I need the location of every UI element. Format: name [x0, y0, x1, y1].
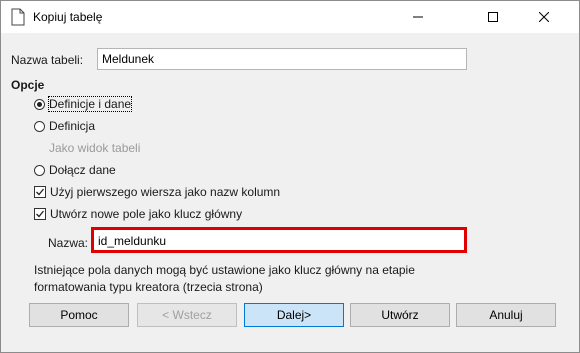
radio-indicator: [34, 164, 45, 176]
key-name-label: Nazwa:: [48, 236, 89, 250]
window-title: Kopiuj tabelę: [33, 10, 103, 24]
maximize-button[interactable]: [470, 1, 516, 33]
option-label: Jako widok tabeli: [49, 141, 141, 155]
highlight-box: [91, 227, 467, 253]
close-button[interactable]: [521, 1, 567, 33]
option-label: Dołącz dane: [49, 163, 116, 177]
document-icon: [11, 8, 25, 26]
option-label: Definicja: [49, 119, 96, 133]
close-icon: [539, 12, 549, 22]
next-button[interactable]: Dalej>: [244, 303, 344, 327]
dialog-body: Nazwa tabeli: Opcje Definicje i dane Def…: [1, 33, 579, 352]
info-text-line-1: Istniejące pola danych mogą być ustawion…: [34, 263, 415, 277]
title-bar: Kopiuj tabelę: [1, 1, 579, 33]
option-append-data[interactable]: Dołącz dane: [34, 161, 116, 179]
table-name-label: Nazwa tabeli:: [11, 53, 84, 67]
option-label: Definicje i dane: [47, 96, 133, 112]
checkbox-label: Utwórz nowe pole jako klucz główny: [50, 207, 243, 221]
radio-indicator: [34, 98, 45, 110]
option-definitions-and-data[interactable]: Definicje i dane: [34, 95, 133, 113]
maximize-icon: [488, 12, 498, 22]
checkbox-indicator: [34, 186, 46, 198]
minimize-button[interactable]: [395, 1, 441, 33]
option-as-table-view: Jako widok tabeli: [49, 139, 140, 157]
option-definition[interactable]: Definicja: [34, 117, 95, 135]
checkbox-indicator: [34, 208, 46, 220]
check-icon: [36, 210, 45, 218]
cancel-button[interactable]: Anuluj: [456, 303, 556, 327]
minimize-icon: [413, 16, 423, 18]
info-text-line-2: formatowania typu kreatora (trzecia stro…: [34, 280, 263, 294]
create-button[interactable]: Utwórz: [350, 303, 450, 327]
checkbox-first-row-as-names[interactable]: Użyj pierwszego wiersza jako nazw kolumn: [34, 183, 280, 201]
table-name-input[interactable]: [97, 48, 467, 70]
radio-indicator: [34, 120, 45, 132]
copy-table-dialog: Kopiuj tabelę Nazwa tabeli: Opcje Defini…: [0, 0, 580, 353]
checkbox-label: Użyj pierwszego wiersza jako nazw kolumn: [50, 185, 281, 199]
help-button[interactable]: Pomoc: [29, 303, 129, 327]
back-button: < Wstecz: [137, 303, 237, 327]
options-heading: Opcje: [11, 78, 45, 92]
checkbox-create-primary-key[interactable]: Utwórz nowe pole jako klucz główny: [34, 205, 242, 223]
check-icon: [36, 188, 45, 196]
